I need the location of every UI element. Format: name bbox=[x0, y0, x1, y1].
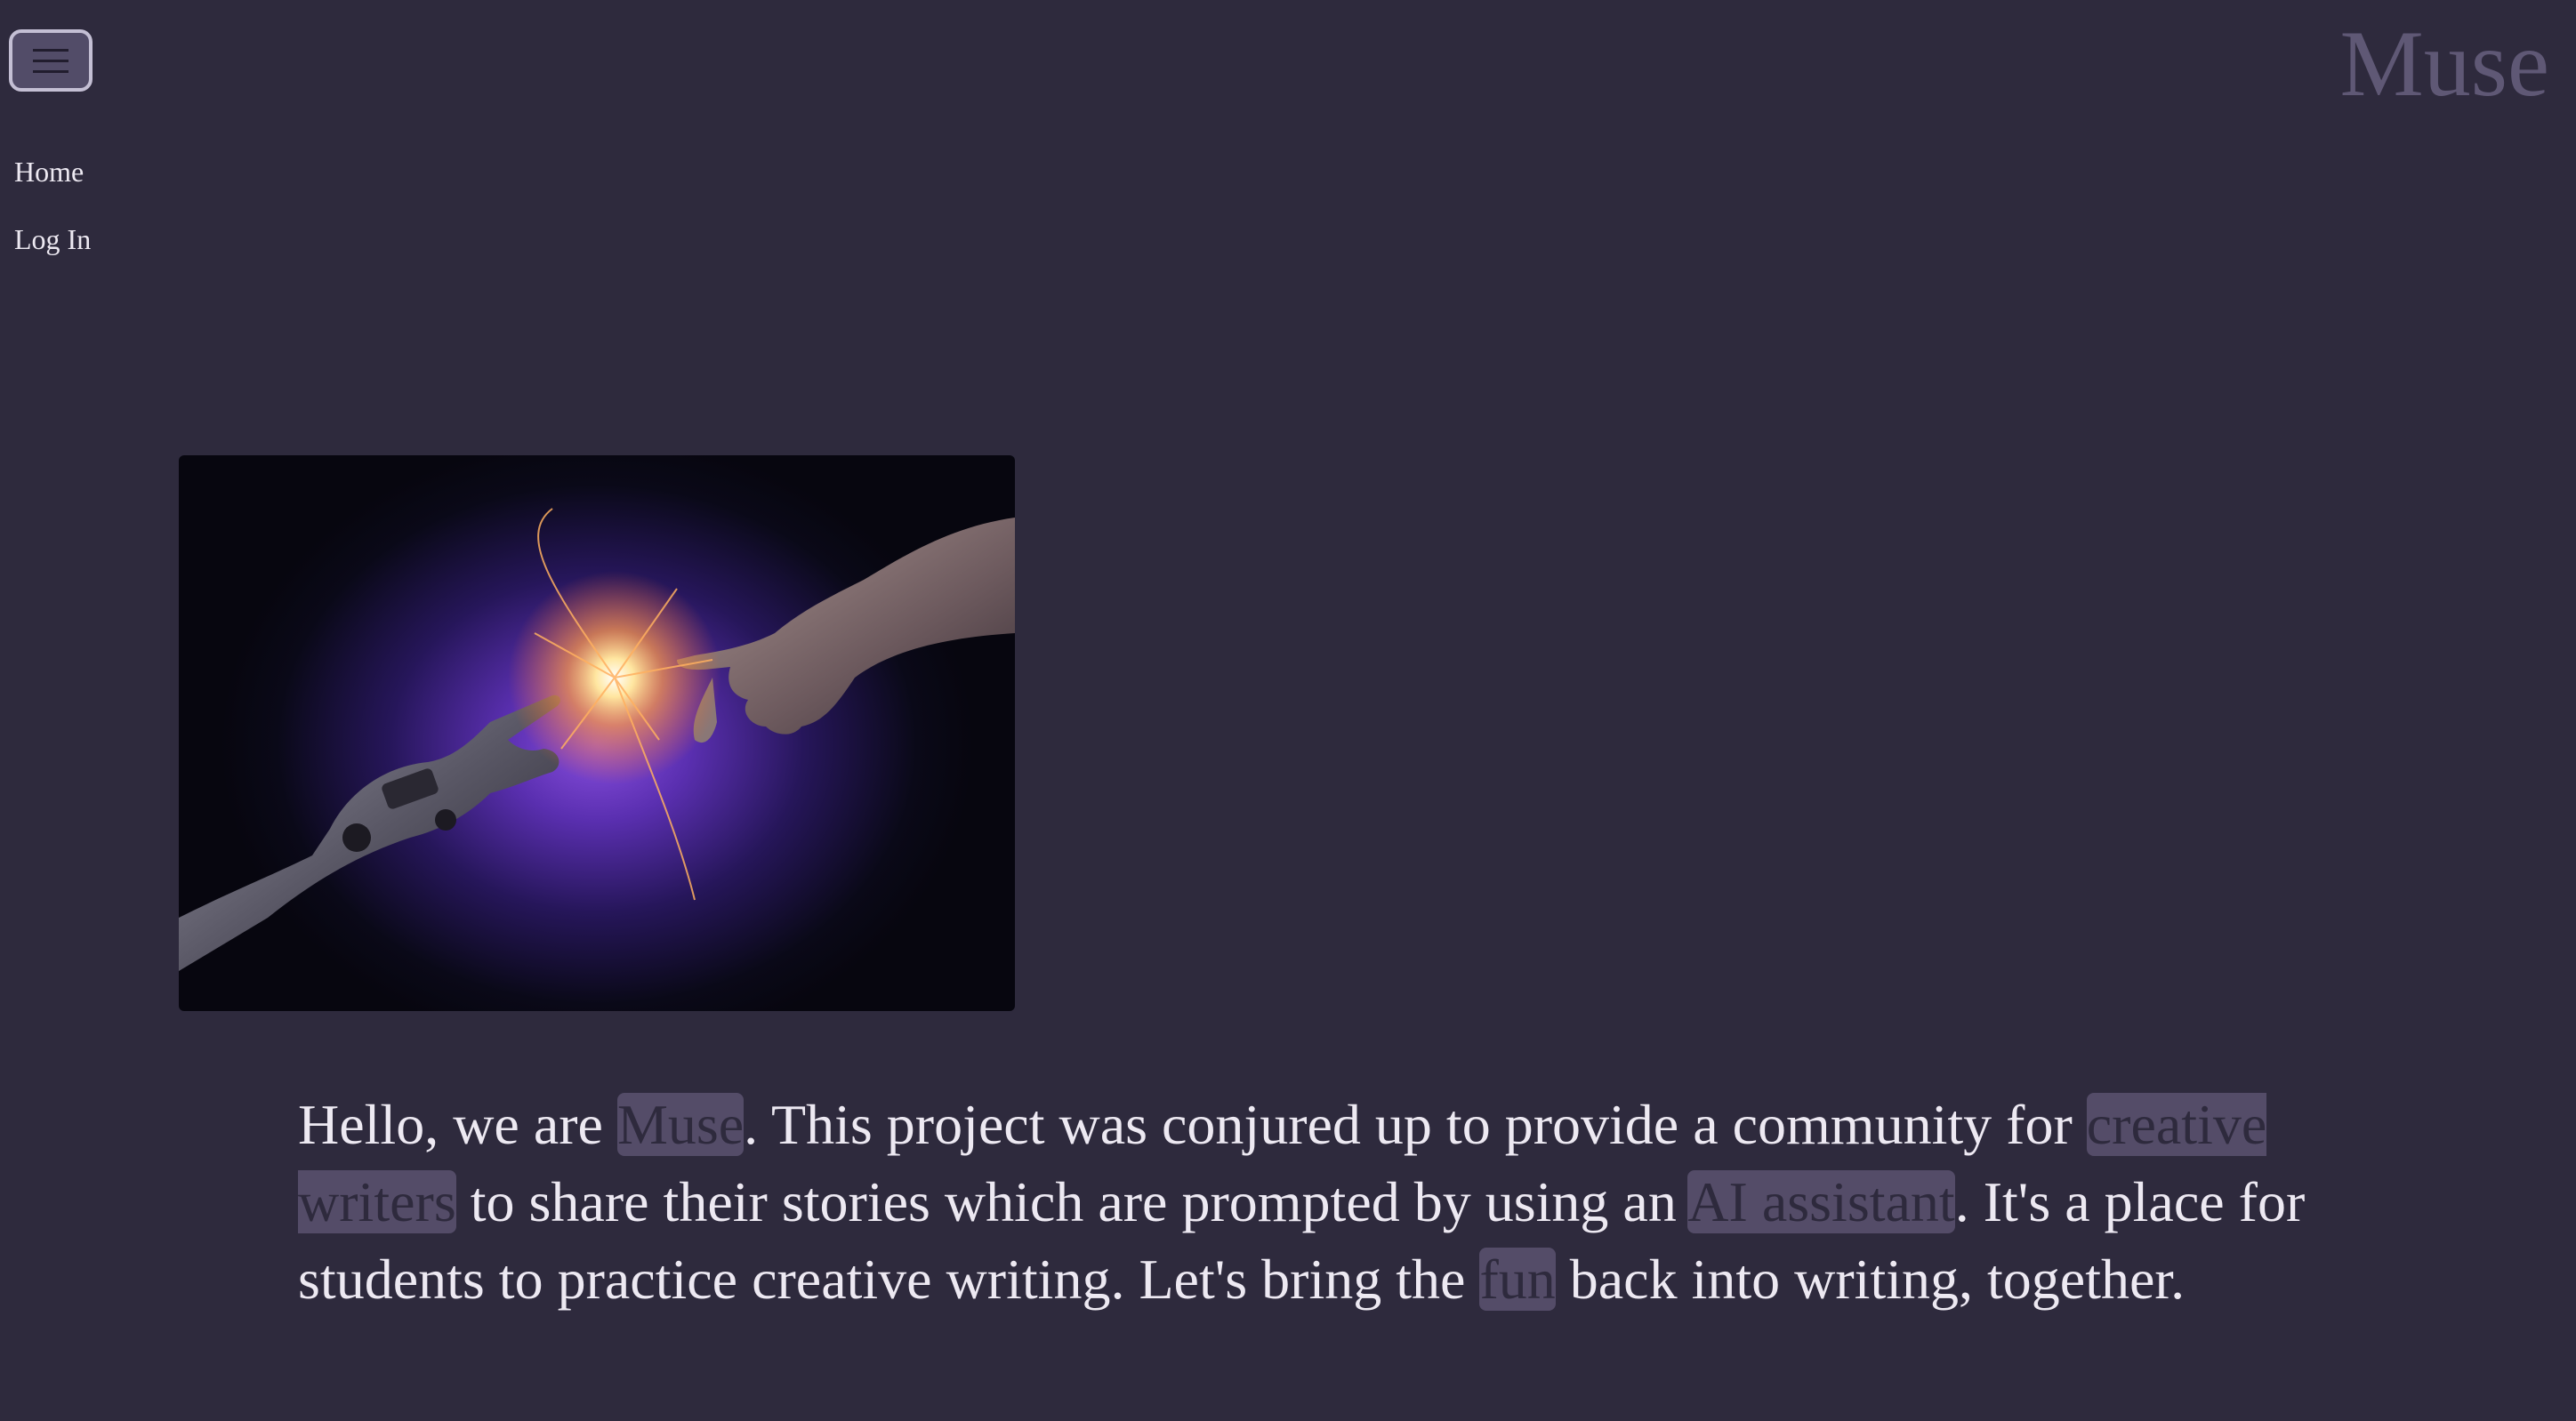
side-nav: Home Log In bbox=[14, 152, 91, 287]
robot-human-hands-illustration bbox=[179, 508, 1015, 971]
intro-paragraph: Hello, we are Muse. This project was con… bbox=[298, 1086, 2344, 1318]
hero-image bbox=[179, 455, 1015, 1011]
menu-toggle-button[interactable] bbox=[9, 29, 93, 92]
highlight-ai-assistant: AI assistant bbox=[1687, 1170, 1955, 1233]
intro-text-1: Hello, we are bbox=[298, 1093, 617, 1156]
page: Muse Home Log In Hello, we are Muse. Thi… bbox=[0, 0, 2576, 1421]
intro-text-5: back into writing, together. bbox=[1555, 1248, 2186, 1311]
nav-link-login[interactable]: Log In bbox=[14, 220, 91, 259]
hamburger-icon bbox=[33, 48, 68, 73]
intro-text-2: . This project was conjured up to provid… bbox=[744, 1093, 2087, 1156]
intro-text-3: to share their stories which are prompte… bbox=[455, 1170, 1688, 1233]
highlight-muse: Muse bbox=[616, 1093, 745, 1156]
nav-link-home[interactable]: Home bbox=[14, 152, 91, 191]
highlight-fun: fun bbox=[1479, 1248, 1556, 1311]
brand-logo[interactable]: Muse bbox=[2339, 7, 2549, 120]
